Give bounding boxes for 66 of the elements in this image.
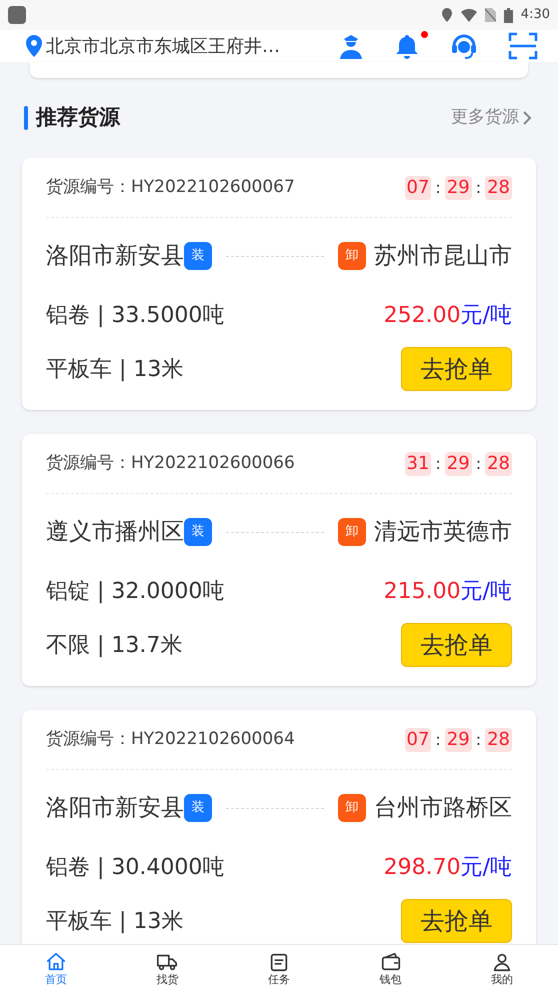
- no-sim-icon: [484, 8, 496, 22]
- cargo-number: 货源编号：HY2022102600064: [46, 728, 295, 751]
- unload-tag: 卸: [338, 794, 366, 822]
- tab-bar-item[interactable]: 找货: [112, 945, 224, 992]
- timer-separator: :: [435, 452, 441, 474]
- origin-city: 遵义市播州区: [46, 518, 184, 547]
- bell-icon[interactable]: [394, 33, 420, 59]
- destination-city: 台州市路桥区: [374, 794, 512, 823]
- goods-info: 铝卷 | 30.4000吨: [46, 854, 224, 882]
- timer-separator: :: [476, 452, 482, 474]
- countdown-digits: 28: [485, 728, 512, 752]
- tab-bar-item[interactable]: 首页: [0, 945, 112, 992]
- unload-tag: 卸: [338, 242, 366, 270]
- timer-separator: :: [476, 176, 482, 198]
- countdown-digits: 29: [444, 176, 472, 200]
- grab-order-button[interactable]: 去抢单: [401, 623, 512, 667]
- origin-city: 洛阳市新安县: [46, 242, 184, 271]
- countdown-digits: 28: [485, 176, 512, 200]
- cargo-card[interactable]: 货源编号：HY2022102600064 07 : 29 : 28 洛阳市新安县 装 卸 台州市路桥区 铝卷 | 30.4000吨 298.70元/吨 平板车 | 13米 去抢单: [22, 710, 536, 944]
- goods-info: 铝锭 | 32.0000吨: [46, 578, 224, 606]
- wallet-icon: [380, 951, 402, 973]
- load-tag: 装: [184, 518, 212, 546]
- destination-city: 清远市英德市: [374, 518, 512, 547]
- app-notification-icon: [8, 6, 26, 24]
- chevron-right-icon: [523, 111, 532, 125]
- scan-icon[interactable]: [508, 32, 538, 60]
- battery-icon: [504, 8, 513, 22]
- cargo-card[interactable]: 货源编号：HY2022102600067 07 : 29 : 28 洛阳市新安县 装 卸 苏州市昆山市 铝卷 | 33.5000吨 252.00元/吨 平板车 | 13米 去抢单: [22, 158, 536, 410]
- price: 252.00元/吨: [384, 302, 512, 330]
- vehicle-info: 平板车 | 13米: [46, 356, 184, 384]
- countdown-digits: 29: [444, 728, 472, 752]
- countdown-digits: 31: [404, 452, 432, 476]
- load-tag: 装: [184, 794, 212, 822]
- location-icon: [440, 8, 453, 22]
- grab-order-button[interactable]: 去抢单: [401, 347, 512, 391]
- clock: 4:30: [520, 6, 550, 24]
- section-marker: [24, 106, 28, 130]
- wifi-icon: [460, 8, 477, 22]
- countdown-digits: 07: [404, 176, 432, 200]
- price: 298.70元/吨: [384, 854, 512, 882]
- map-pin-icon: [26, 35, 42, 57]
- grab-order-button[interactable]: 去抢单: [401, 899, 512, 943]
- section-title: 推荐货源: [36, 104, 120, 132]
- cargo-number: 货源编号：HY2022102600067: [46, 176, 295, 199]
- tab-bar-item[interactable]: 任务: [223, 945, 335, 992]
- countdown-digits: 28: [485, 452, 512, 476]
- destination-city: 苏州市昆山市: [374, 242, 512, 271]
- tab-bar-item[interactable]: 钱包: [334, 945, 446, 992]
- cargo-number: 货源编号：HY2022102600066: [46, 452, 295, 475]
- tab-bar-item[interactable]: 我的: [446, 945, 558, 992]
- unload-tag: 卸: [338, 518, 366, 546]
- headset-icon[interactable]: [450, 32, 478, 60]
- house-icon: [44, 951, 67, 973]
- load-tag: 装: [184, 242, 212, 270]
- countdown-digits: 29: [444, 452, 472, 476]
- timer-separator: :: [435, 728, 441, 750]
- vehicle-info: 平板车 | 13米: [46, 908, 184, 936]
- vehicle-info: 不限 | 13.7米: [46, 632, 182, 660]
- timer-separator: :: [476, 728, 482, 750]
- price: 215.00元/吨: [384, 578, 512, 606]
- countdown-digits: 07: [404, 728, 432, 752]
- goods-info: 铝卷 | 33.5000吨: [46, 302, 224, 330]
- police-officer-icon[interactable]: [338, 33, 364, 59]
- cargo-card[interactable]: 货源编号：HY2022102600066 31 : 29 : 28 遵义市播州区 装 卸 清远市英德市 铝锭 | 32.0000吨 215.00元/吨 不限 | 13.7米 去抢单: [22, 434, 536, 686]
- timer-separator: :: [435, 176, 441, 198]
- origin-city: 洛阳市新安县: [46, 794, 184, 823]
